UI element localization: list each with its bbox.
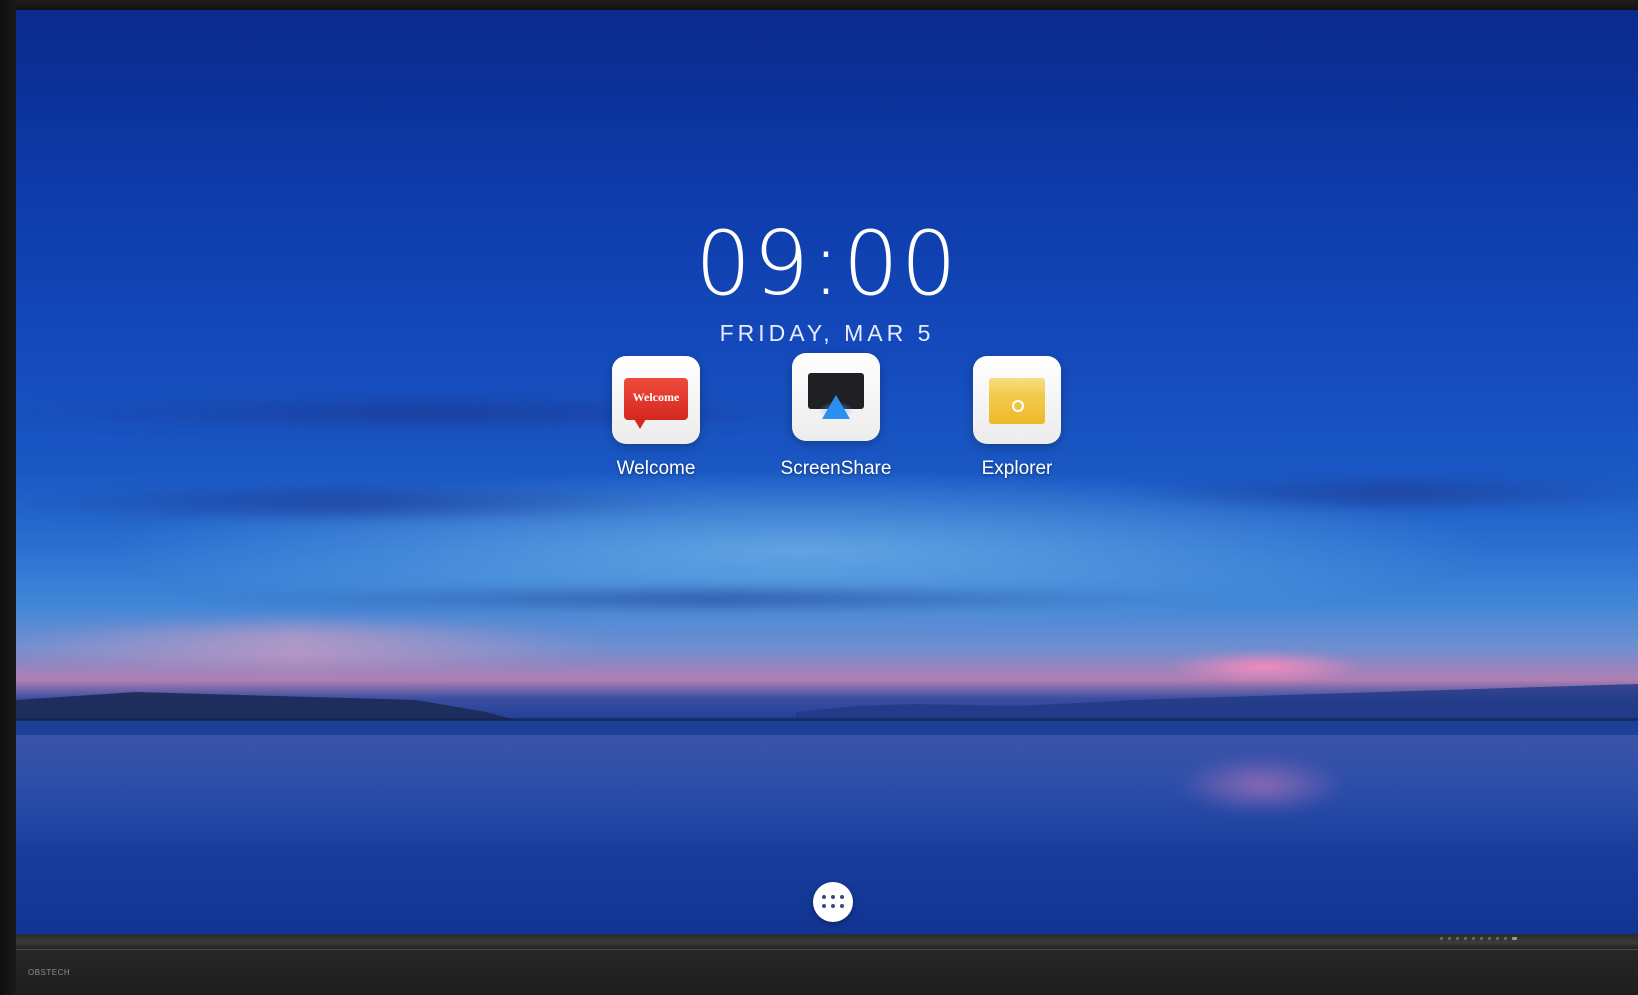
wallpaper-cloud-streak [16,400,876,426]
wallpaper-cloud-streak [166,590,1266,608]
wallpaper-water [16,735,1638,855]
display-bezel-left [0,0,16,995]
app-explorer[interactable]: Explorer [947,356,1087,480]
app-screenshare[interactable]: ScreenShare [766,353,906,480]
welcome-bubble-icon: Welcome [624,378,688,429]
wallpaper-reflection [1176,755,1346,815]
bezel-divider [16,949,1638,950]
folder-clasp-icon [1012,400,1024,412]
folder-flap-icon [989,378,1045,396]
app-drawer-button[interactable] [813,882,853,922]
display-bezel-top [0,0,1638,10]
clock-date: FRIDAY, MAR 5 [719,320,935,346]
clock-time: 09:00 [695,212,959,315]
bezel-sensor-indicators [1440,936,1540,942]
app-welcome[interactable]: Welcome Welcome [586,356,726,480]
app-label-screenshare[interactable]: ScreenShare [766,458,906,480]
bezel-brand-logo: OBSTECH [28,968,71,977]
app-drawer-icon [822,895,844,909]
share-arrow-icon [822,395,850,419]
app-label-welcome[interactable]: Welcome [586,458,726,480]
welcome-icon[interactable]: Welcome [612,356,700,444]
screenshare-icon[interactable] [792,353,880,441]
wallpaper-cloud-streak [16,490,696,516]
app-label-explorer[interactable]: Explorer [947,458,1087,480]
welcome-icon-text: Welcome [632,390,680,404]
folder-icon[interactable] [973,356,1061,444]
display-bezel-bottom [16,934,1638,995]
home-screen: 09:00 FRIDAY, MAR 5 Welcome Welcome Scre… [16,10,1638,934]
